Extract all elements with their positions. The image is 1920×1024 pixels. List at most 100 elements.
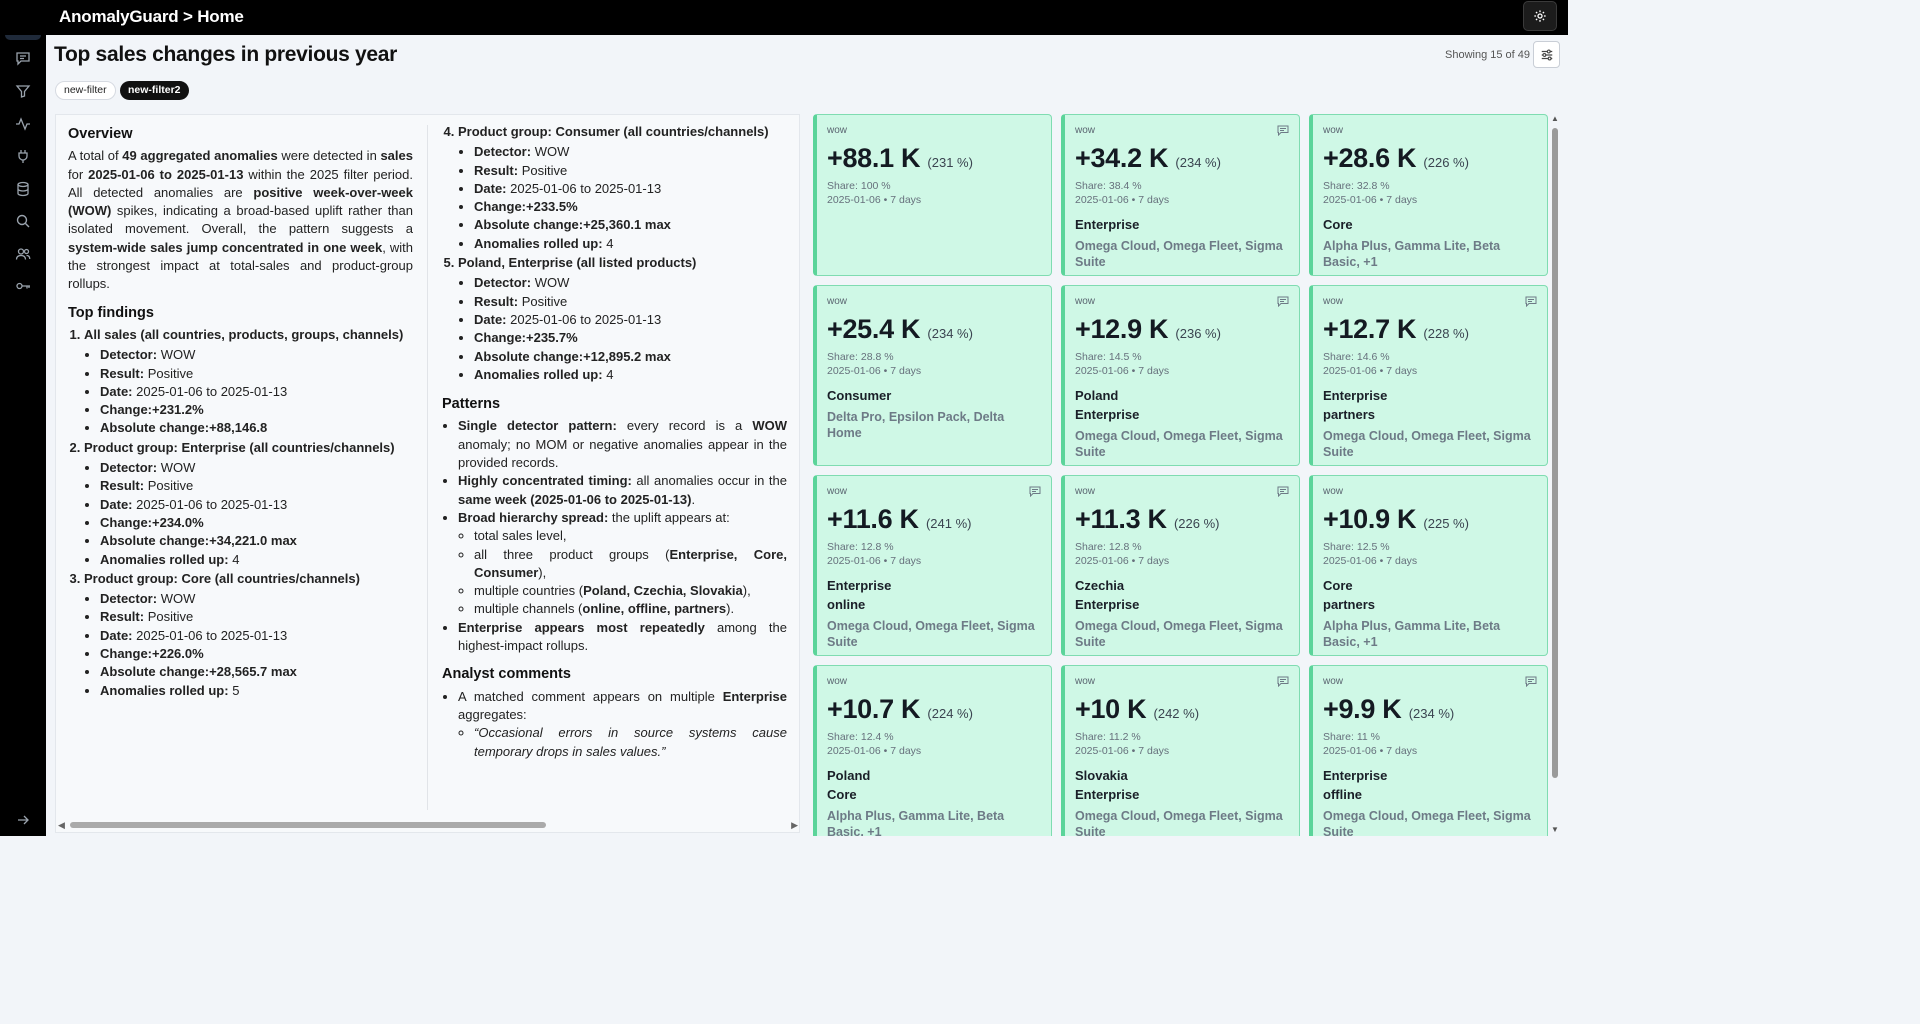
scroll-down-icon[interactable]: ▼ xyxy=(1551,825,1559,834)
database-icon[interactable] xyxy=(5,175,41,203)
change-value: +12.7 K (228 %) xyxy=(1323,314,1469,344)
filter-chip[interactable]: new-filter xyxy=(55,81,116,100)
card-meta: Share: 12.4 % xyxy=(827,731,894,743)
plug-icon[interactable] xyxy=(5,142,41,170)
column-divider xyxy=(427,125,428,810)
segment-label: Enterprise xyxy=(1075,407,1140,422)
filter-chip-active[interactable]: new-filter2 xyxy=(120,81,189,100)
section-heading: Analyst comments xyxy=(442,666,571,683)
card-meta: Share: 14.6 % xyxy=(1323,351,1390,363)
card-meta: 2025-01-06 • 7 days xyxy=(1323,365,1418,377)
anomaly-card[interactable]: wow +12.7 K (228 %) Share: 14.6 % 2025-0… xyxy=(1309,285,1548,466)
card-meta: Share: 12.8 % xyxy=(1075,541,1142,553)
anomaly-card[interactable]: wow +11.3 K (226 %) Share: 12.8 % 2025-0… xyxy=(1061,475,1300,656)
card-meta: Share: 28.8 % xyxy=(827,351,894,363)
card-meta: 2025-01-06 • 7 days xyxy=(827,365,922,377)
change-value: +25.4 K (234 %) xyxy=(827,314,973,344)
summary-panel: Overview A total of 49 aggregated anomal… xyxy=(55,114,800,833)
horizontal-scrollbar[interactable]: ◀ ▶ xyxy=(58,820,798,830)
card-meta: Share: 14.5 % xyxy=(1075,351,1142,363)
change-value: +9.9 K (234 %) xyxy=(1323,694,1455,724)
segment-label: Enterprise xyxy=(1075,787,1140,802)
result-count: Showing 15 of 49 xyxy=(1445,49,1531,61)
anomaly-card[interactable]: wow +9.9 K (234 %) Share: 11 % 2025-01-0… xyxy=(1309,665,1548,836)
anomaly-card[interactable]: wow +25.4 K (234 %) Share: 28.8 % 2025-0… xyxy=(813,285,1052,466)
side-rail xyxy=(0,0,46,836)
anomaly-card[interactable]: wow +12.9 K (236 %) Share: 14.5 % 2025-0… xyxy=(1061,285,1300,466)
anomaly-card[interactable]: wow +28.6 K (226 %) Share: 32.8 % 2025-0… xyxy=(1309,114,1548,276)
search-icon[interactable] xyxy=(5,207,41,235)
chat-icon[interactable] xyxy=(5,44,41,72)
pattern-item: Broad hierarchy spread: the uplift appea… xyxy=(458,509,787,619)
product-list: Omega Cloud, Omega Fleet, Sigma Suite xyxy=(1075,429,1283,459)
anomaly-card[interactable]: wow +10.7 K (224 %) Share: 12.4 % 2025-0… xyxy=(813,665,1052,836)
settings-button[interactable] xyxy=(1523,1,1557,31)
analyst-list: A matched comment appears on multiple En… xyxy=(442,688,787,761)
filter-icon[interactable] xyxy=(5,77,41,105)
section-heading: Patterns xyxy=(442,396,501,413)
segment-label: partners xyxy=(1323,597,1376,612)
card-meta: Share: 38.4 % xyxy=(1075,180,1142,192)
card-meta: 2025-01-06 • 7 days xyxy=(1075,194,1170,206)
top-bar: AnomalyGuard > Home xyxy=(0,0,1568,35)
findings-list-continued: Product group: Consumer (all countries/c… xyxy=(442,123,787,384)
anomaly-card[interactable]: wow +10 K (242 %) Share: 11.2 % 2025-01-… xyxy=(1061,665,1300,836)
change-value: +12.9 K (236 %) xyxy=(1075,314,1221,344)
filter-settings-button[interactable] xyxy=(1533,41,1560,68)
change-value: +28.6 K (226 %) xyxy=(1323,143,1469,173)
summary-column-left: Overview A total of 49 aggregated anomal… xyxy=(68,123,413,701)
change-value: +10.7 K (224 %) xyxy=(827,694,973,724)
segment-label: online xyxy=(827,597,866,612)
comment-icon xyxy=(1277,294,1289,312)
finding-item: Poland, Enterprise (all listed products)… xyxy=(458,254,787,384)
card-meta: Share: 11.2 % xyxy=(1075,731,1141,743)
card-meta: Share: 12.5 % xyxy=(1323,541,1390,553)
card-meta: Share: 32.8 % xyxy=(1323,180,1390,192)
card-meta: 2025-01-06 • 7 days xyxy=(1075,745,1170,757)
analyst-item: A matched comment appears on multiple En… xyxy=(458,688,787,761)
analyst-quote: “Occasional errors in source systems cau… xyxy=(474,724,787,761)
detector-label: wow xyxy=(827,486,848,497)
finding-item: All sales (all countries, products, grou… xyxy=(84,326,413,438)
segment-label: partners xyxy=(1323,407,1376,422)
detector-label: wow xyxy=(1323,296,1344,307)
segment-label: Poland xyxy=(827,768,871,783)
scroll-up-icon[interactable]: ▲ xyxy=(1551,114,1559,123)
product-list: Alpha Plus, Gamma Lite, Beta Basic, +1 xyxy=(1323,619,1501,649)
detector-label: wow xyxy=(1075,486,1096,497)
detector-label: wow xyxy=(1075,676,1096,687)
vertical-scrollbar[interactable]: ▲ ▼ xyxy=(1549,114,1561,834)
card-meta: Share: 11 % xyxy=(1323,731,1381,743)
scrollbar-thumb[interactable] xyxy=(1552,128,1558,778)
section-heading: Top findings xyxy=(68,304,154,321)
key-icon[interactable] xyxy=(5,272,41,300)
segment-label: Enterprise xyxy=(1075,217,1140,232)
breadcrumb[interactable]: AnomalyGuard > Home xyxy=(59,7,244,27)
anomaly-cards-grid: wow +88.1 K (231 %) Share: 100 % 2025-01… xyxy=(813,114,1548,836)
anomaly-card[interactable]: wow +34.2 K (234 %) Share: 38.4 % 2025-0… xyxy=(1061,114,1300,276)
anomaly-card[interactable]: wow +88.1 K (231 %) Share: 100 % 2025-01… xyxy=(813,114,1052,276)
expand-icon[interactable] xyxy=(5,806,41,834)
scroll-left-icon[interactable]: ◀ xyxy=(58,820,65,831)
segment-label: offline xyxy=(1323,787,1362,802)
product-list: Omega Cloud, Omega Fleet, Sigma Suite xyxy=(1323,809,1531,836)
finding-item: Product group: Consumer (all countries/c… xyxy=(458,123,787,253)
anomaly-card[interactable]: wow +11.6 K (241 %) Share: 12.8 % 2025-0… xyxy=(813,475,1052,656)
detector-label: wow xyxy=(1323,125,1344,136)
card-meta: 2025-01-06 • 7 days xyxy=(827,194,922,206)
anomaly-card[interactable]: wow +10.9 K (225 %) Share: 12.5 % 2025-0… xyxy=(1309,475,1548,656)
users-icon[interactable] xyxy=(5,240,41,268)
detector-label: wow xyxy=(827,296,848,307)
gear-icon xyxy=(1534,10,1546,22)
detector-label: wow xyxy=(1323,676,1344,687)
segment-label: Slovakia xyxy=(1075,768,1128,783)
scrollbar-thumb[interactable] xyxy=(70,822,546,828)
segment-label: Core xyxy=(827,787,857,802)
card-meta: 2025-01-06 • 7 days xyxy=(827,555,922,567)
card-meta: 2025-01-06 • 7 days xyxy=(1323,194,1418,206)
comment-icon xyxy=(1525,674,1537,692)
activity-icon[interactable] xyxy=(5,110,41,138)
change-value: +11.6 K (241 %) xyxy=(827,504,972,534)
scroll-right-icon[interactable]: ▶ xyxy=(791,820,798,831)
card-meta: Share: 100 % xyxy=(827,180,891,192)
